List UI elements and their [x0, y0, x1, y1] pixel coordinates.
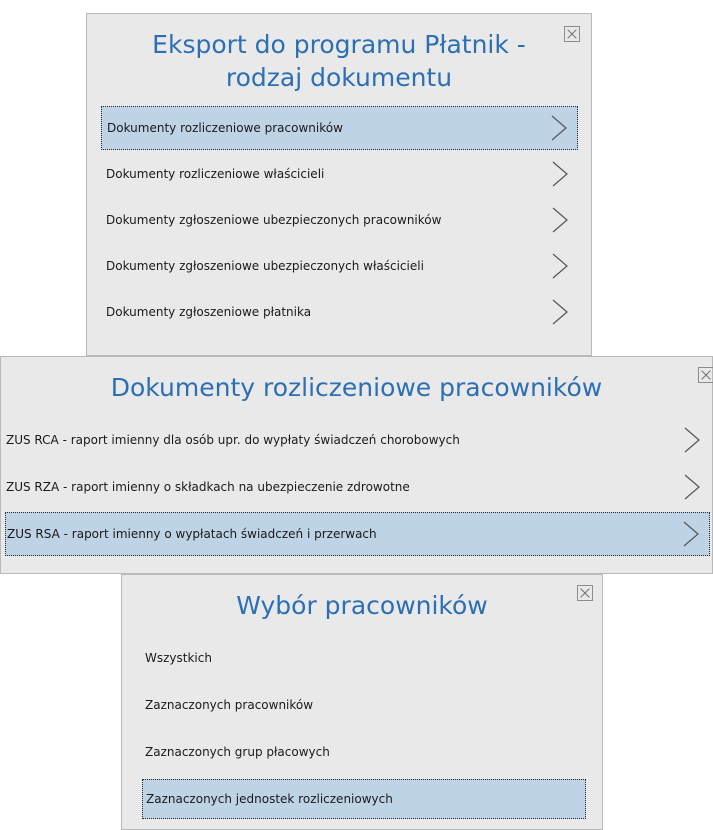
chevron-right-icon: [682, 473, 702, 501]
menu-item-label: Dokumenty rozliczeniowe właścicieli: [106, 167, 325, 181]
chevron-right-icon: [550, 298, 570, 326]
settlement-documents-panel: Dokumenty rozliczeniowe pracowników ZUS …: [0, 356, 713, 574]
panel-title-line-1: Eksport do programu Płatnik -: [152, 30, 526, 59]
menu-item-label: Zaznaczonych jednostek rozliczeniowych: [146, 792, 393, 806]
chevron-right-icon: [681, 520, 701, 548]
menu-item[interactable]: Zaznaczonych grup płacowych: [142, 732, 586, 772]
menu-item-label: ZUS RSA - raport imienny o wypłatach świ…: [7, 527, 377, 541]
menu-item-label: Dokumenty rozliczeniowe pracowników: [107, 121, 343, 135]
panel-title: Dokumenty rozliczeniowe pracowników: [110, 373, 603, 402]
menu-item-label: Zaznaczonych pracowników: [145, 698, 314, 712]
menu-item-label: Wszystkich: [145, 651, 212, 665]
panel-title: Eksport do programu Płatnik - rodzaj dok…: [87, 28, 591, 94]
close-icon[interactable]: [564, 26, 580, 42]
menu-item[interactable]: Dokumenty zgłoszeniowe płatnika: [101, 290, 578, 334]
menu-item[interactable]: Zaznaczonych pracowników: [142, 685, 586, 725]
menu-item[interactable]: ZUS RCA - raport imienny dla osób upr. d…: [5, 418, 710, 462]
chevron-right-icon: [682, 426, 702, 454]
close-icon[interactable]: [577, 585, 593, 601]
menu-item[interactable]: Dokumenty zgłoszeniowe ubezpieczonych wł…: [101, 244, 578, 288]
employee-selection-panel: Wybór pracowników Wszystkich Zaznaczonych…: [121, 574, 603, 830]
panel-title: Wybór pracowników: [236, 591, 488, 620]
menu-item[interactable]: ZUS RSA - raport imienny o wypłatach świ…: [5, 512, 710, 556]
panel-title-line-2: rodzaj dokumentu: [225, 63, 453, 92]
menu-item-label: Zaznaczonych grup płacowych: [145, 745, 330, 759]
chevron-right-icon: [550, 160, 570, 188]
menu-item-label: ZUS RCA - raport imienny dla osób upr. d…: [6, 433, 460, 447]
close-icon[interactable]: [698, 367, 713, 383]
menu-item-label: ZUS RZA - raport imienny o składkach na …: [6, 480, 410, 494]
export-document-type-panel: Eksport do programu Płatnik - rodzaj dok…: [86, 13, 592, 356]
menu-item[interactable]: Dokumenty rozliczeniowe pracowników: [101, 106, 578, 150]
menu-item[interactable]: Wszystkich: [142, 638, 586, 678]
menu-item-label: Dokumenty zgłoszeniowe ubezpieczonych pr…: [106, 213, 442, 227]
menu-item[interactable]: Dokumenty rozliczeniowe właścicieli: [101, 152, 578, 196]
menu-item[interactable]: ZUS RZA - raport imienny o składkach na …: [5, 465, 710, 509]
chevron-right-icon: [550, 206, 570, 234]
menu-item[interactable]: Zaznaczonych jednostek rozliczeniowych: [142, 779, 586, 819]
chevron-right-icon: [550, 252, 570, 280]
menu-item-label: Dokumenty zgłoszeniowe płatnika: [106, 305, 312, 319]
menu-item-label: Dokumenty zgłoszeniowe ubezpieczonych wł…: [106, 259, 424, 273]
chevron-right-icon: [549, 114, 569, 142]
menu-item[interactable]: Dokumenty zgłoszeniowe ubezpieczonych pr…: [101, 198, 578, 242]
